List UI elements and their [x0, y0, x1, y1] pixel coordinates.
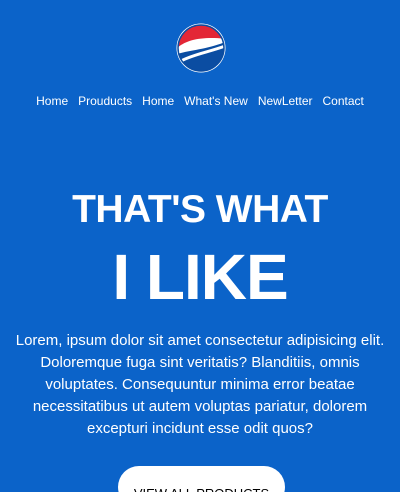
headline-line-1: THAT'S WHAT — [72, 188, 328, 231]
main-navigation: Home Prouducts Home What's New NewLetter… — [0, 91, 400, 111]
pepsi-logo-icon[interactable] — [176, 23, 226, 73]
hero-section: Home Prouducts Home What's New NewLetter… — [0, 0, 400, 492]
nav-link-newsletter[interactable]: NewLetter — [258, 94, 313, 108]
nav-link-whats-new[interactable]: What's New — [184, 94, 248, 108]
hero-description: Lorem, ipsum dolor sit amet consectetur … — [15, 332, 385, 437]
nav-link-products[interactable]: Prouducts — [78, 94, 132, 108]
view-all-products-button[interactable]: VIEW ALL PRODUCTS — [118, 466, 285, 492]
nav-link-home-secondary[interactable]: Home — [142, 94, 174, 108]
page: Home Prouducts Home What's New NewLetter… — [0, 0, 402, 492]
headline-line-2: I LIKE — [112, 241, 288, 313]
nav-link-home[interactable]: Home — [36, 94, 68, 108]
nav-link-contact[interactable]: Contact — [323, 94, 364, 108]
